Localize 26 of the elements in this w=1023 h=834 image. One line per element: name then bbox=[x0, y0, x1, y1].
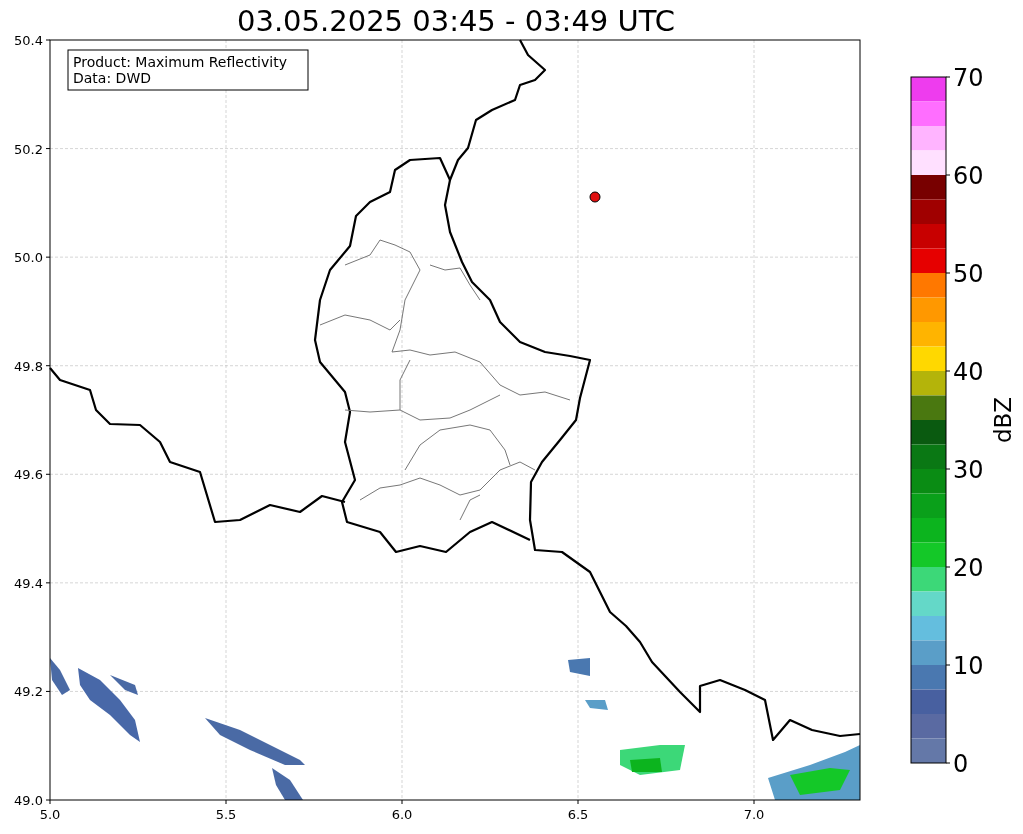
y-tick-label: 49.2 bbox=[14, 684, 43, 700]
station-marker bbox=[589, 191, 601, 203]
colorbar-tick-label: 20 bbox=[953, 554, 984, 582]
y-tick-label: 49.0 bbox=[14, 793, 43, 808]
colorbar-tick-label: 60 bbox=[953, 162, 984, 190]
colorbar-tick-label: 70 bbox=[953, 64, 984, 92]
chart-title: 03.05.2025 03:45 - 03:49 UTC bbox=[237, 4, 675, 38]
colorbar-tick-label: 10 bbox=[953, 652, 984, 680]
colorbar-label: dBZ bbox=[990, 396, 1016, 444]
colorbar-tick-label: 30 bbox=[953, 456, 984, 484]
y-tick-label: 50.4 bbox=[14, 33, 43, 48]
y-tick-label: 49.6 bbox=[14, 467, 43, 483]
colorbar-tick-label: 0 bbox=[953, 750, 969, 778]
y-tick-label: 49.8 bbox=[14, 358, 43, 374]
info-text: Product: Maximum Reflectivity bbox=[73, 54, 287, 70]
x-tick-label: 6.0 bbox=[391, 807, 413, 822]
x-tick-label: 5.0 bbox=[39, 807, 61, 822]
y-tick-label: 50.0 bbox=[14, 250, 43, 266]
info-text: Data: DWD bbox=[73, 70, 151, 86]
colorbar-tick-label: 50 bbox=[953, 260, 984, 288]
x-tick-label: 5.5 bbox=[215, 807, 237, 822]
x-tick-label: 7.0 bbox=[743, 807, 765, 822]
colorbar-tick-label: 40 bbox=[953, 358, 984, 386]
y-tick-label: 49.4 bbox=[14, 575, 43, 591]
x-tick-label: 6.5 bbox=[567, 807, 589, 822]
y-tick-label: 50.2 bbox=[14, 141, 43, 157]
